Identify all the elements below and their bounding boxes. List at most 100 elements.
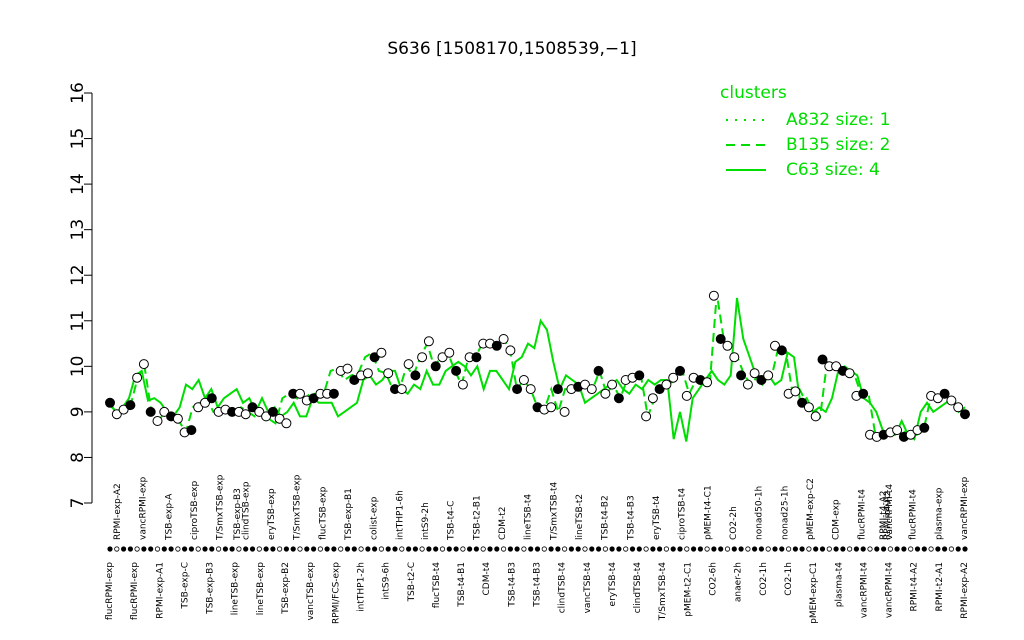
- data-point: [729, 352, 740, 363]
- strip-dot: [168, 546, 174, 552]
- strip-dot: [751, 546, 758, 552]
- strip-dot: [507, 546, 513, 552]
- y-tick-label: 13: [68, 219, 88, 241]
- strip-dot: [412, 546, 418, 552]
- x-tick-label-bottom: CO2-1h: [784, 562, 794, 596]
- strip-dot: [935, 546, 941, 552]
- y-tick-label: 11: [68, 310, 88, 332]
- strip-dot: [365, 546, 371, 552]
- strip-dot: [351, 546, 357, 552]
- y-tick-label: 14: [68, 173, 88, 195]
- x-tick-label-bottom: pMEM-t2-C1: [683, 562, 693, 617]
- strip-dot: [202, 546, 208, 552]
- strip-dot: [745, 546, 751, 552]
- cluster-strip: [107, 546, 968, 552]
- strip-dot: [575, 546, 581, 552]
- x-tick-label-top: TSB-t4-B3: [626, 495, 636, 541]
- data-point: [715, 334, 726, 344]
- x-tick-label-top: nonad25-1h: [780, 486, 790, 540]
- strip-dot: [175, 546, 181, 552]
- strip-dot: [758, 546, 765, 552]
- strip-dot: [623, 546, 629, 552]
- x-tick-label-top: flucRPMI-t4: [857, 489, 867, 540]
- strip-dot: [609, 546, 615, 552]
- chart-title: S636 [1508170,1508539,−1]: [387, 39, 636, 59]
- x-tick-label-bottom: intS9-6h: [382, 562, 392, 600]
- strip-dot: [921, 546, 927, 552]
- strip-dot: [670, 546, 676, 552]
- x-tick-label-bottom: flucRPMI-exp: [105, 562, 115, 620]
- strip-dot: [304, 546, 310, 552]
- strip-dot: [317, 546, 323, 552]
- strip-dot: [263, 546, 269, 552]
- strip-dot: [928, 546, 934, 552]
- x-tick-label-top: T/SmxTSB-t4: [549, 482, 559, 541]
- strip-dot: [616, 546, 622, 552]
- x-tick-label-bottom: TSB-t4-B3: [507, 562, 517, 608]
- strip-dot: [500, 546, 507, 552]
- strip-dot: [772, 546, 778, 552]
- data-point: [675, 365, 685, 376]
- data-point: [634, 370, 645, 381]
- strip-dot: [283, 546, 289, 552]
- x-tick-label-top: CDM-t2: [498, 507, 508, 540]
- data-point: [410, 370, 421, 381]
- x-tick-label-overlap: TSB-exp-B3: [233, 488, 243, 541]
- data-point: [681, 390, 692, 401]
- data-point: [471, 352, 482, 363]
- data-point: [105, 397, 115, 408]
- data-point: [546, 402, 557, 413]
- data-point: [376, 347, 387, 358]
- strip-dot: [344, 546, 351, 552]
- x-tick-label-bottom: vancRPMI-t4: [859, 562, 869, 618]
- data-point: [451, 365, 462, 376]
- x-tick-label-top: nonad50-1h: [755, 486, 765, 540]
- strip-dot: [528, 546, 534, 552]
- strip-dot: [704, 546, 710, 552]
- strip-dot: [962, 546, 968, 552]
- data-point: [444, 347, 455, 358]
- data-point: [607, 379, 618, 390]
- x-tick-label-bottom: RPMI/FCS-exp: [331, 562, 341, 624]
- strip-dot: [480, 546, 486, 552]
- strip-dot: [738, 546, 744, 552]
- data-point: [661, 379, 672, 390]
- strip-dot: [473, 546, 479, 552]
- strip-dot: [534, 546, 541, 552]
- x-tick-label-top: TSB-t4-B2: [601, 495, 611, 541]
- data-point: [892, 425, 903, 436]
- strip-dot: [901, 546, 907, 552]
- data-point: [328, 388, 339, 399]
- data-point: [552, 384, 563, 395]
- x-tick-label-top: T/SmxTSB-exp: [216, 474, 226, 541]
- strip-dot: [819, 546, 826, 552]
- strip-dot: [955, 546, 961, 552]
- strip-dot: [731, 546, 737, 552]
- data-point: [281, 418, 292, 429]
- strip-dot: [439, 546, 446, 552]
- data-point: [722, 340, 733, 351]
- legend-label: A832 size: 1: [786, 110, 890, 130]
- strip-dot: [629, 546, 636, 552]
- data-point: [125, 400, 136, 411]
- data-point: [491, 340, 502, 351]
- strip-dot: [677, 546, 683, 552]
- strip-dot: [134, 546, 140, 552]
- x-tick-label-top: intTHP1-6h: [395, 490, 405, 540]
- strip-dot: [697, 546, 704, 552]
- data-point: [512, 384, 523, 395]
- x-tick-label-top: eryTSB-t4: [652, 495, 662, 540]
- legend-label: B135 size: 2: [786, 135, 890, 155]
- y-tick-label: 7: [68, 498, 88, 509]
- strip-dot: [446, 546, 452, 552]
- data-point: [668, 372, 679, 383]
- strip-dot: [310, 546, 317, 552]
- strip-dot: [270, 546, 276, 552]
- data-point: [206, 393, 217, 404]
- strip-dot: [724, 546, 731, 552]
- data-point: [295, 388, 305, 399]
- x-tick-label-bottom: clindTSB-t4: [633, 562, 643, 614]
- strip-dot: [833, 546, 839, 552]
- strip-dot: [371, 546, 378, 552]
- strip-dot: [894, 546, 900, 552]
